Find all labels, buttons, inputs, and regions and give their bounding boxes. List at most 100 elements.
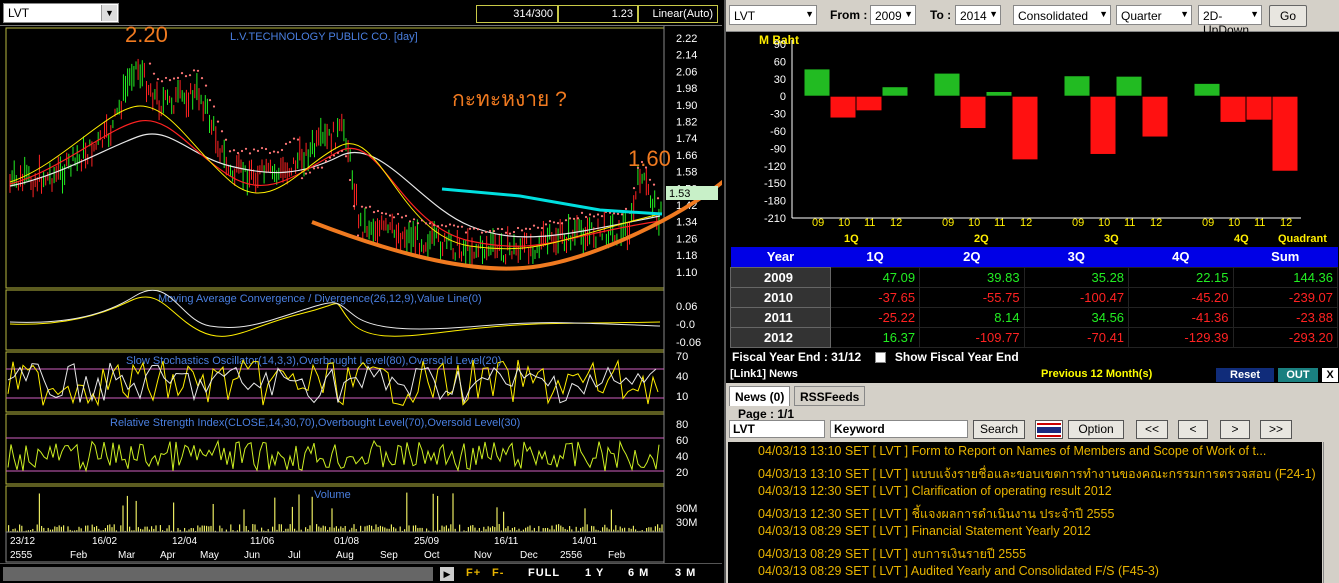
sar-dot [524, 227, 528, 230]
volume-bar [58, 525, 60, 532]
news-symbol-input[interactable]: LVT [729, 420, 825, 438]
tab-news[interactable]: News (0) [729, 386, 791, 406]
rsi-tick-label: 20 [676, 467, 688, 479]
next-page-button[interactable]: > [1220, 420, 1250, 439]
sar-dot [620, 213, 624, 216]
chevron-down-icon: ▼ [1250, 9, 1259, 19]
to-year-value: 2014 [960, 9, 987, 23]
out-button[interactable]: OUT [1278, 368, 1318, 382]
earnings-year-label: 12 [1150, 217, 1162, 229]
volume-bar [654, 526, 656, 532]
chevron-down-icon[interactable]: ▼ [101, 5, 117, 21]
table-cell: -41.36 [1128, 306, 1234, 328]
volume-bar [219, 525, 221, 532]
range-full-button[interactable]: FULL [528, 567, 560, 581]
from-year-select[interactable]: 2009 ▼ [870, 5, 916, 25]
table-cell: -25.22 [829, 306, 921, 328]
volume-bar [582, 526, 584, 532]
sar-dot [188, 74, 192, 77]
earnings-bar [933, 72, 961, 97]
close-icon[interactable]: X [1322, 368, 1338, 382]
range-1y-button[interactable]: 1 Y [585, 567, 604, 581]
volume-bar [278, 524, 280, 532]
list-item[interactable]: 04/03/13 12:30 SET [ LVT ] ชี้แจงผลการดำ… [758, 504, 1114, 522]
reset-button[interactable]: Reset [1216, 368, 1274, 382]
volume-bar [111, 527, 113, 532]
earnings-tick-label: 60 [774, 56, 786, 68]
sar-dot [292, 137, 296, 140]
volume-bar [311, 496, 313, 532]
sar-dot [196, 69, 200, 72]
sar-dot [428, 222, 432, 225]
financial-symbol-select[interactable]: LVT ▼ [729, 5, 817, 25]
volume-bar [421, 527, 423, 532]
language-flag-icon[interactable] [1035, 420, 1063, 439]
list-item[interactable]: 04/03/13 13:10 SET [ LVT ] แบบแจ้งรายชื่… [758, 464, 1316, 482]
volume-bar [190, 528, 192, 532]
volume-bar [333, 527, 335, 532]
volume-bar [657, 524, 659, 532]
search-button[interactable]: Search [973, 420, 1025, 439]
volume-bar [624, 527, 626, 532]
list-item[interactable]: 04/03/13 08:29 SET [ LVT ] Financial Sta… [758, 524, 1091, 542]
range-6m-button[interactable]: 6 M [628, 567, 649, 581]
volume-bar [494, 527, 496, 532]
pattern-annotation: กะทะหงาย ? [452, 88, 567, 111]
volume-bar [569, 526, 571, 532]
prev-page-button[interactable]: < [1178, 420, 1208, 439]
volume-bar [109, 524, 111, 532]
news-vertical-scrollbar[interactable] [1323, 442, 1339, 583]
volume-bar [529, 525, 531, 532]
date-tick-label: 23/12 [10, 536, 35, 547]
chart-symbol-select[interactable]: LVT ▼ [3, 3, 119, 23]
volume-bar [650, 527, 652, 532]
view-select[interactable]: 2D-UpDown ▼ [1198, 5, 1262, 37]
list-item[interactable]: 04/03/13 12:30 SET [ LVT ] Clarification… [758, 484, 1112, 502]
volume-bar [375, 524, 377, 532]
volume-bar [448, 528, 450, 532]
chart-horizontal-scrollbar[interactable] [3, 567, 433, 581]
sar-dot [452, 224, 456, 227]
table-year-cell: 2012 [730, 326, 831, 348]
scale-mode[interactable]: Linear(Auto) [638, 5, 718, 23]
zoom-out-button[interactable]: F- [492, 567, 504, 581]
period-select[interactable]: Quarter ▼ [1116, 5, 1192, 25]
sar-dot [280, 148, 284, 152]
table-row: 2012 16.37 -109.77 -70.41 -129.39 -293.20 [730, 326, 1339, 348]
last-page-button[interactable]: >> [1260, 420, 1292, 439]
month-tick-label: Feb [608, 550, 626, 561]
first-page-button[interactable]: << [1136, 420, 1168, 439]
candlestick-chart[interactable]: 2.222.142.061.981.901.821.741.661.581.50… [0, 26, 722, 563]
volume-bar [54, 526, 56, 532]
volume-bar [113, 524, 115, 532]
volume-bar [551, 525, 553, 532]
earnings-bar [985, 90, 1013, 97]
sar-dot [284, 142, 288, 146]
sar-dot [404, 214, 408, 217]
show-fiscal-checkbox[interactable] [874, 352, 886, 364]
statement-type-select[interactable]: Consolidated ▼ [1013, 5, 1111, 25]
zoom-in-button[interactable]: F+ [466, 567, 481, 581]
sar-dot [152, 72, 156, 75]
sar-dot [508, 232, 512, 235]
go-button[interactable]: Go [1269, 5, 1307, 27]
sar-dot [484, 230, 488, 234]
sar-dot [492, 229, 496, 233]
list-item[interactable]: 04/03/13 08:29 SET [ LVT ] งบการเงินรายป… [758, 544, 1026, 562]
list-item[interactable]: 04/03/13 08:29 SET [ LVT ] Audited Yearl… [758, 564, 1159, 582]
table-cell: -23.88 [1232, 306, 1339, 328]
to-year-select[interactable]: 2014 ▼ [955, 5, 1001, 25]
scroll-right-arrow-icon[interactable]: ▶ [440, 567, 454, 581]
earnings-bar [855, 95, 883, 112]
tab-rssfeeds[interactable]: RSSFeeds [794, 386, 866, 406]
range-3m-button[interactable]: 3 M [675, 567, 696, 581]
sar-dot [444, 225, 448, 228]
keyword-input[interactable]: Keyword [830, 420, 968, 438]
option-button[interactable]: Option [1068, 420, 1124, 439]
volume-bar [252, 524, 254, 532]
list-item[interactable]: 04/03/13 13:10 SET [ LVT ] Form to Repor… [758, 444, 1266, 462]
sar-dot [584, 215, 588, 219]
volume-bar [586, 524, 588, 532]
volume-bar [120, 525, 122, 532]
news-list: 04/03/13 13:10 SET [ LVT ] Form to Repor… [728, 442, 1322, 583]
